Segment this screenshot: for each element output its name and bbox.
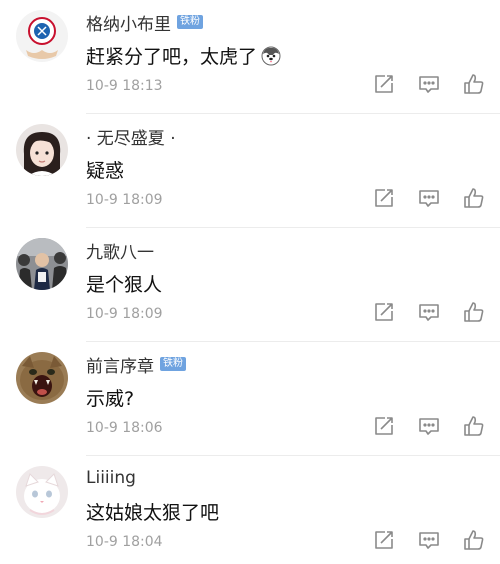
action-bar <box>351 414 486 438</box>
like-icon[interactable] <box>462 72 486 96</box>
like-icon[interactable] <box>462 186 486 210</box>
action-bar <box>351 300 486 324</box>
comment-icon[interactable] <box>417 528 441 552</box>
share-icon[interactable] <box>372 300 396 324</box>
action-bar <box>351 72 486 96</box>
username[interactable]: 前言序章 <box>86 352 154 377</box>
comment-text: 赶紧分了吧，太虎了 <box>86 46 258 68</box>
fan-badge: 铁粉 <box>177 15 203 29</box>
comment-icon[interactable] <box>417 414 441 438</box>
comment-text: 是个狠人 <box>86 274 163 296</box>
avatar[interactable] <box>16 10 68 62</box>
comment-item: · 无尽盛夏 · 疑惑 10-9 18:09 <box>0 114 500 228</box>
comment-text-row: 这姑娘太狠了吧 <box>86 498 219 525</box>
name-row: 前言序章 铁粉 <box>86 352 186 377</box>
username[interactable]: 格纳小布里 <box>86 10 171 35</box>
avatar[interactable] <box>16 352 68 404</box>
timestamp: 10-9 18:06 <box>86 420 163 436</box>
share-icon[interactable] <box>372 72 396 96</box>
username[interactable]: · 无尽盛夏 · <box>86 124 176 149</box>
comment-item: Liiiing 这姑娘太狠了吧 10-9 18:04 <box>0 456 500 564</box>
fan-badge: 铁粉 <box>160 357 186 371</box>
share-icon[interactable] <box>372 186 396 210</box>
comment-item: 格纳小布里 铁粉 赶紧分了吧，太虎了 10-9 18:13 <box>0 0 500 114</box>
comment-text-row: 是个狠人 <box>86 270 162 297</box>
comment-icon[interactable] <box>417 186 441 210</box>
comment-text: 疑惑 <box>86 160 125 182</box>
avatar[interactable] <box>16 466 68 518</box>
share-icon[interactable] <box>372 414 396 438</box>
comment-item: 前言序章 铁粉 示威? 10-9 18:06 <box>0 342 500 456</box>
username[interactable]: Liiiing <box>86 468 136 488</box>
like-icon[interactable] <box>462 528 486 552</box>
comment-text-row: 疑惑 <box>86 156 124 183</box>
name-row: 九歌八一 <box>86 238 154 263</box>
timestamp: 10-9 18:13 <box>86 78 163 94</box>
comment-icon[interactable] <box>417 300 441 324</box>
name-row: Liiiing <box>86 466 136 490</box>
comment-icon[interactable] <box>417 72 441 96</box>
husky-emoji-icon <box>261 46 281 66</box>
timestamp: 10-9 18:04 <box>86 534 163 550</box>
comment-text-row: 赶紧分了吧，太虎了 <box>86 42 281 69</box>
comment-text: 示威? <box>86 388 135 410</box>
comment-item: 九歌八一 是个狠人 10-9 18:09 <box>0 228 500 342</box>
comment-text-row: 示威? <box>86 384 134 411</box>
action-bar <box>351 186 486 210</box>
timestamp: 10-9 18:09 <box>86 306 163 322</box>
comment-text: 这姑娘太狠了吧 <box>86 502 220 524</box>
username[interactable]: 九歌八一 <box>86 238 154 263</box>
share-icon[interactable] <box>372 528 396 552</box>
avatar[interactable] <box>16 238 68 290</box>
name-row: · 无尽盛夏 · <box>86 124 176 149</box>
avatar[interactable] <box>16 124 68 176</box>
like-icon[interactable] <box>462 300 486 324</box>
timestamp: 10-9 18:09 <box>86 192 163 208</box>
action-bar <box>351 528 486 552</box>
name-row: 格纳小布里 铁粉 <box>86 10 203 35</box>
like-icon[interactable] <box>462 414 486 438</box>
